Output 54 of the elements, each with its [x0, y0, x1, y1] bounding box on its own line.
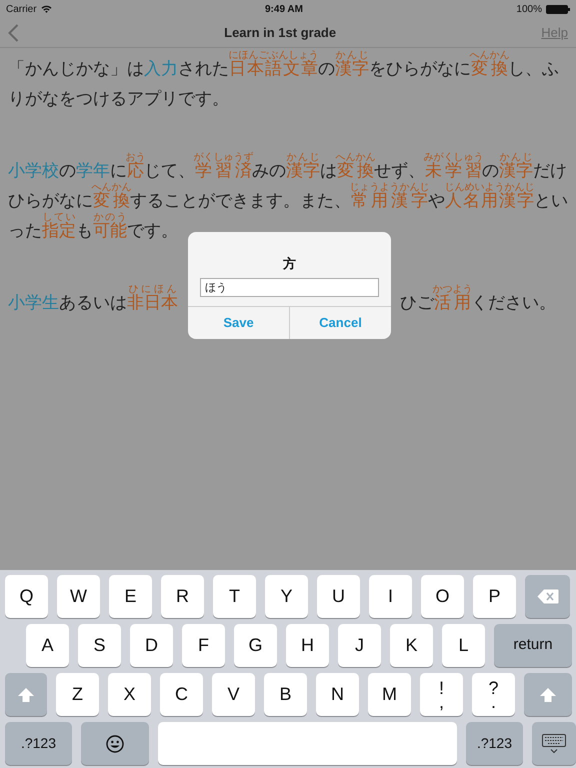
letter-key[interactable]: I: [369, 575, 412, 618]
letter-key[interactable]: U: [317, 575, 360, 618]
shift-key[interactable]: [5, 673, 47, 716]
letter-key[interactable]: P: [473, 575, 516, 618]
letter-key[interactable]: T: [213, 575, 256, 618]
letter-key[interactable]: G: [234, 624, 277, 667]
letter-key[interactable]: J: [338, 624, 381, 667]
letter-key[interactable]: V: [212, 673, 255, 716]
paragraph-text: 「かんじかな」は入力 された 日本語文章 にほんごぶんしょう の漢字 かんじ をひらがなに変換 へんかん し、ふりがなをつけるアプリです。: [8, 50, 560, 111]
letter-key[interactable]: A: [26, 624, 69, 667]
punctuation-key[interactable]: ! ,: [420, 673, 463, 716]
dialog-title: 方: [282, 256, 297, 271]
letter-key[interactable]: D: [130, 624, 173, 667]
return-key[interactable]: return: [494, 624, 572, 667]
letter-key[interactable]: Q: [5, 575, 48, 618]
numbers-key[interactable]: .?123: [466, 722, 523, 765]
hide-keyboard-key[interactable]: [532, 722, 576, 765]
paragraph-text: 小学生あるいは非日本 ひにほん: [8, 284, 178, 315]
punctuation-key[interactable]: ? .: [472, 673, 515, 716]
numbers-key[interactable]: .?123: [5, 722, 72, 765]
letter-key[interactable]: N: [316, 673, 359, 716]
keyboard-hide-icon: [542, 734, 566, 754]
paragraph-text: ひご活用 かつよう ください。: [400, 284, 556, 315]
letter-key[interactable]: Y: [265, 575, 308, 618]
letter-key[interactable]: B: [264, 673, 307, 716]
letter-key[interactable]: O: [421, 575, 464, 618]
battery-percent: 100%: [516, 2, 542, 16]
letter-key[interactable]: R: [161, 575, 204, 618]
shift-icon: [539, 686, 557, 702]
screen-title: Learn in 1st grade: [224, 24, 336, 42]
letter-key[interactable]: W: [57, 575, 100, 618]
letter-key[interactable]: E: [109, 575, 152, 618]
letter-key[interactable]: F: [182, 624, 225, 667]
carrier-name: Carrier: [6, 2, 37, 16]
shift-key[interactable]: [524, 673, 572, 716]
letter-key[interactable]: M: [368, 673, 411, 716]
shift-icon: [17, 686, 35, 702]
status-time: 9:49 AM: [265, 2, 303, 16]
letter-key[interactable]: X: [108, 673, 151, 716]
wifi-icon: [40, 5, 52, 13]
back-icon[interactable]: [8, 24, 19, 42]
letter-key[interactable]: H: [286, 624, 329, 667]
letter-key[interactable]: K: [390, 624, 433, 667]
paragraph-text: 小学校の学年に応 おう じて、学習済 がくしゅうず みの漢字 かんじ は変換 へんかん せず、未学習 みがくしゅう の漢字 かんじ だけひらがなに変換 へんかん することができます。また、常用漢字 じょうようかんじ や人名用漢字 じんめいようかんじ といった指定 してい も可能 かのう です。: [8, 152, 569, 243]
letter-key[interactable]: C: [160, 673, 203, 716]
letter-key[interactable]: Z: [56, 673, 99, 716]
emoji-key[interactable]: [81, 722, 149, 765]
backspace-icon: [536, 589, 558, 604]
letter-key[interactable]: S: [78, 624, 121, 667]
letter-key[interactable]: L: [442, 624, 485, 667]
reading-input-field[interactable]: ほう: [200, 278, 379, 297]
backspace-key[interactable]: [525, 575, 570, 618]
smiley-icon: [106, 734, 124, 752]
battery-icon: [546, 4, 570, 14]
